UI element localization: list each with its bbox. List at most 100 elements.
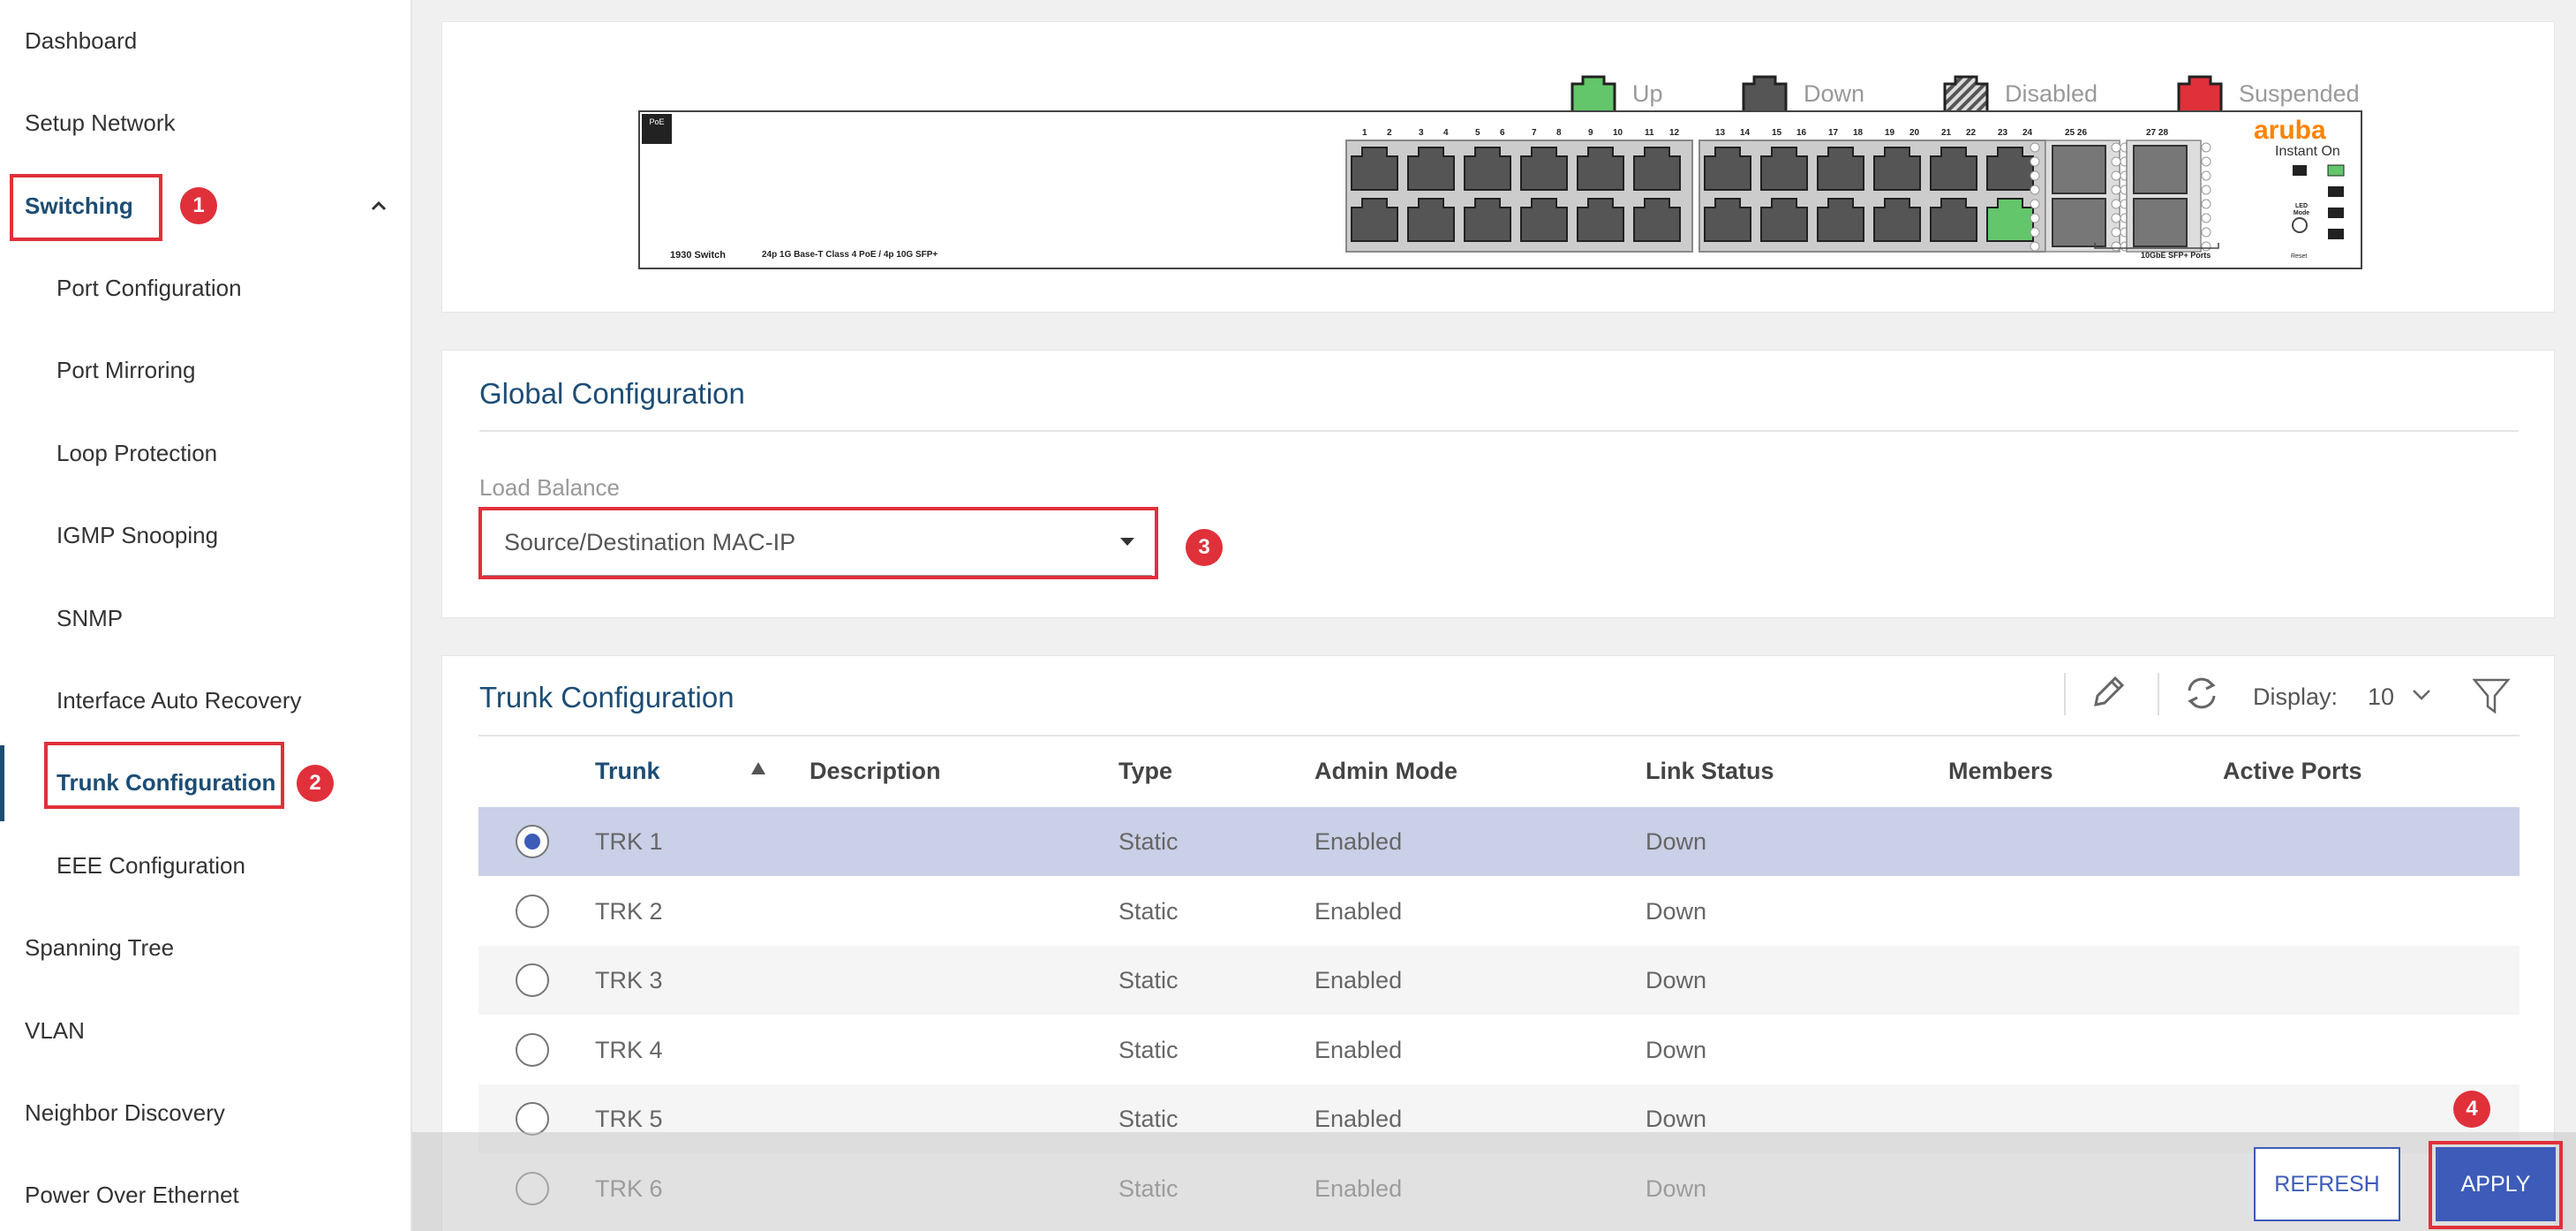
status-led: [2111, 199, 2121, 209]
port-number-label: 5: [1475, 128, 1480, 138]
port-number-label: 14: [1740, 128, 1751, 138]
legend-suspended: Suspended: [2177, 73, 2360, 114]
legend-disabled-label: Disabled: [2005, 79, 2098, 107]
filter-icon[interactable]: [2472, 676, 2511, 715]
sfp-port[interactable]: [2052, 145, 2106, 194]
table-row[interactable]: TRK 1 Static Enabled Down: [478, 807, 2520, 876]
display-count-select[interactable]: 10: [2368, 683, 2394, 711]
column-header-type[interactable]: Type: [1119, 758, 1172, 785]
sfp-number-label: 25 26: [2065, 128, 2087, 138]
row-select-radio[interactable]: [516, 1032, 549, 1067]
refresh-button[interactable]: REFRESH: [2254, 1147, 2400, 1221]
sidebar-item-port-mirroring[interactable]: Port Mirroring: [56, 357, 195, 383]
column-header-members[interactable]: Members: [1948, 758, 2053, 785]
trunk-cell: TRK 2: [595, 897, 663, 925]
port-number-label: 8: [1556, 128, 1562, 138]
port-number-label: 11: [1645, 128, 1654, 138]
column-header-active-ports[interactable]: Active Ports: [2223, 758, 2362, 785]
port-number-label: 23: [1998, 128, 2008, 138]
legend-disabled: Disabled: [1943, 73, 2098, 114]
step-badge-4: 4: [2453, 1091, 2490, 1128]
status-led: [2030, 170, 2040, 181]
table-row[interactable]: TRK 2 Static Enabled Down: [478, 876, 2520, 946]
port-number-label: 9: [1588, 128, 1593, 138]
chevron-down-icon[interactable]: [2412, 689, 2431, 701]
type-cell: Static: [1119, 967, 1179, 994]
port-number-label: 12: [1669, 128, 1680, 138]
sidebar-item-interface-auto-recovery[interactable]: Interface Auto Recovery: [56, 687, 301, 714]
status-led: [2201, 142, 2211, 153]
port-number-label: 7: [1532, 128, 1537, 138]
row-select-radio[interactable]: [516, 825, 549, 858]
highlight-trunk-configuration: [44, 742, 284, 809]
status-led: [2030, 227, 2040, 238]
sidebar-item-loop-protection[interactable]: Loop Protection: [56, 440, 217, 466]
step-badge-1: 1: [180, 187, 217, 224]
switch-ports: 1 2 3 4 5 6 7 8 9 10 11 12 13 14 15 16 17 18 19 20 21 22 23 24 2…: [1345, 128, 2345, 253]
column-header-link-status[interactable]: Link Status: [1646, 758, 1774, 785]
load-balance-label: Load Balance: [479, 474, 621, 501]
type-cell: Static: [1119, 1036, 1179, 1063]
admin-mode-cell: Enabled: [1314, 897, 1403, 925]
port-number-label: 21: [1941, 128, 1952, 138]
status-led: [2201, 241, 2211, 252]
switch-panel-card: Up Down Disabled Suspended PoE 1930 Swit…: [441, 21, 2555, 313]
admin-mode-cell: Enabled: [1314, 1036, 1403, 1063]
sidebar-item-power-over-ethernet[interactable]: Power Over Ethernet: [25, 1182, 239, 1208]
port-number-label: 17: [1828, 128, 1839, 138]
column-header-trunk[interactable]: Trunk: [595, 758, 660, 785]
row-select-radio[interactable]: [516, 894, 549, 928]
highlight-apply: [2429, 1141, 2563, 1229]
trunk-cell: TRK 1: [595, 828, 663, 855]
admin-mode-cell: Enabled: [1314, 1106, 1403, 1133]
column-header-description[interactable]: Description: [810, 758, 941, 785]
chevron-up-icon[interactable]: [371, 200, 387, 212]
refresh-icon[interactable]: [2182, 673, 2221, 714]
led-mode-button[interactable]: [2292, 217, 2308, 233]
sidebar-item-snmp[interactable]: SNMP: [56, 605, 123, 631]
led-indicator: [2328, 229, 2344, 239]
sort-ascending-icon[interactable]: [750, 761, 766, 775]
console-icon: [2293, 165, 2307, 176]
sfp-port[interactable]: [2133, 145, 2188, 194]
table-row[interactable]: TRK 4 Static Enabled Down: [478, 1015, 2520, 1084]
sfp-port[interactable]: [2133, 198, 2188, 247]
highlight-load-balance: [478, 507, 1158, 579]
port-disabled-icon: [1943, 75, 1989, 114]
status-led: [2111, 142, 2121, 153]
port-number-label: 3: [1419, 128, 1424, 138]
status-led: [2111, 156, 2121, 167]
row-select-radio[interactable]: [516, 1102, 549, 1137]
highlight-switching: [10, 174, 162, 241]
pencil-icon[interactable]: [2089, 673, 2124, 714]
sidebar-item-vlan[interactable]: VLAN: [25, 1017, 85, 1044]
port-up-icon: [1570, 75, 1616, 114]
step-badge-2: 2: [297, 765, 334, 802]
row-select-radio[interactable]: [516, 963, 549, 998]
aruba-logo: aruba: [2254, 116, 2326, 145]
sidebar-item-spanning-tree[interactable]: Spanning Tree: [25, 934, 174, 961]
status-led: [2030, 241, 2040, 252]
port-number-label: 2: [1387, 128, 1392, 138]
type-cell: Static: [1119, 828, 1179, 855]
sidebar-item-dashboard[interactable]: Dashboard: [25, 27, 137, 54]
column-header-admin-mode[interactable]: Admin Mode: [1314, 758, 1457, 785]
table-row[interactable]: TRK 3 Static Enabled Down: [478, 946, 2520, 1016]
sidebar-item-neighbor-discovery[interactable]: Neighbor Discovery: [25, 1099, 225, 1126]
status-led: [2201, 170, 2211, 181]
step-badge-3: 3: [1186, 529, 1223, 566]
status-led: [2201, 156, 2211, 167]
legend-down: Down: [1742, 73, 1864, 114]
legend-suspended-label: Suspended: [2239, 79, 2360, 107]
sidebar-item-eee-configuration[interactable]: EEE Configuration: [56, 852, 245, 879]
status-led: [2030, 199, 2040, 209]
status-led: [2111, 241, 2121, 252]
sidebar-item-port-configuration[interactable]: Port Configuration: [56, 275, 242, 301]
sidebar-item-setup-network[interactable]: Setup Network: [25, 110, 176, 136]
sidebar-item-igmp-snooping[interactable]: IGMP Snooping: [56, 522, 218, 548]
port-number-label: 1: [1362, 128, 1367, 138]
status-led: [2111, 227, 2121, 238]
trunk-cell: TRK 5: [595, 1106, 663, 1133]
toolbar-divider: [2064, 673, 2066, 715]
sfp-port[interactable]: [2052, 198, 2106, 247]
